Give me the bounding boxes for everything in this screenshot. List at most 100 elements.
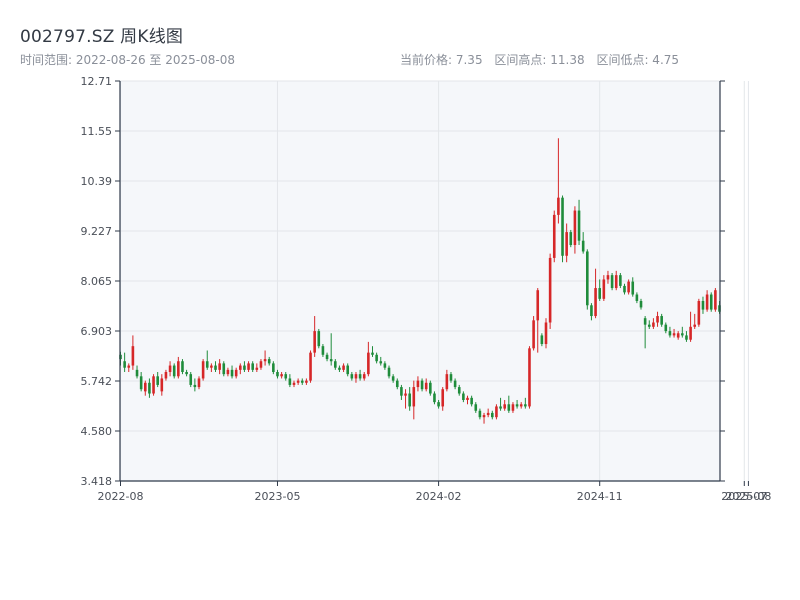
candle-body [317,331,321,347]
candle-body [664,324,668,332]
candle-body [548,257,552,323]
candle-body [470,397,473,405]
y-tick-label: 11.55 [81,125,113,138]
candle-body [643,318,647,325]
x-tick-label: 2023-05 [254,490,300,503]
candle-body [672,333,676,336]
candle-body [148,382,151,394]
candle-body [490,412,494,418]
candle-body [697,300,701,325]
candle-body [689,326,692,340]
candle-body [656,316,659,323]
candle-body [325,354,329,360]
candle-body [152,376,155,394]
candle-body [544,322,548,345]
candle-body [259,361,263,368]
candle-body [123,361,126,368]
candle-body [457,387,461,394]
candle-body [424,382,428,390]
candle-body [614,275,618,289]
candle-body [519,404,523,407]
candle-body [503,404,506,409]
candle-body [251,363,254,370]
candle-body [449,374,453,381]
candle-body [193,384,197,388]
candle-body [131,346,135,366]
candle-body [647,324,651,327]
candle-body [429,382,432,394]
candle-body [474,404,478,411]
candle-body [218,363,221,370]
candle-body [329,359,333,362]
candle-body [280,374,283,377]
candle-body [586,251,589,306]
candle-body [288,378,292,385]
candle-body [243,365,246,370]
candle-body [222,363,226,375]
x-tick-label: 2025-08 [725,490,771,503]
candle-body [701,300,705,310]
candle-body [395,380,399,388]
x-tick-label: 2022-08 [98,490,144,503]
candle-body [536,290,540,321]
candle-body [292,382,296,385]
candle-body [540,335,544,345]
y-tick-label: 10.39 [81,175,113,188]
candle-body [635,294,639,301]
candle-body [168,365,172,373]
candle-body [602,279,606,299]
candle-body [367,352,370,375]
candle-body [420,380,424,390]
candle-body [557,197,560,215]
candle-body [354,374,358,379]
candle-body [486,412,490,416]
y-tick-label: 12.71 [81,75,113,88]
candle-body [590,305,593,317]
candle-body [379,361,383,364]
candle-body [375,354,378,362]
candle-body [552,214,556,258]
candle-body [652,322,655,327]
candle-body [272,363,275,373]
candle-body [668,331,672,336]
candle-body [276,372,279,377]
candle-body [127,365,131,368]
candle-body [226,369,230,375]
candle-body [639,300,643,308]
candle-body [524,404,527,407]
candle-body [462,393,465,400]
candle-body [441,389,445,407]
candle-body [528,348,531,407]
candle-body [263,359,267,362]
candle-body [594,288,597,317]
candle-body [139,376,143,390]
candle-body [569,232,573,246]
candle-body [300,380,304,383]
candle-body [565,232,568,256]
candle-body [164,372,168,379]
candle-body [296,380,300,383]
candle-body [581,240,585,252]
candle-body [495,406,498,418]
candle-body [466,397,469,400]
candle-body [371,352,374,355]
y-tick-label: 9.227 [81,225,113,238]
candle-body [309,352,312,381]
candle-body [321,346,325,355]
candle-body [205,361,209,368]
candle-body [445,374,449,390]
candle-body [400,387,403,396]
candle-body [631,281,635,295]
candle-body [515,404,519,407]
candle-body [606,275,610,280]
candle-body [482,415,486,418]
candle-body [160,378,164,392]
candle-body [350,374,354,379]
candle-body [714,290,717,310]
candle-body [135,369,139,377]
candle-body [619,275,622,286]
candle-body [346,365,350,375]
candle-body [598,288,601,299]
candle-body [681,333,684,336]
candle-body [358,374,362,379]
